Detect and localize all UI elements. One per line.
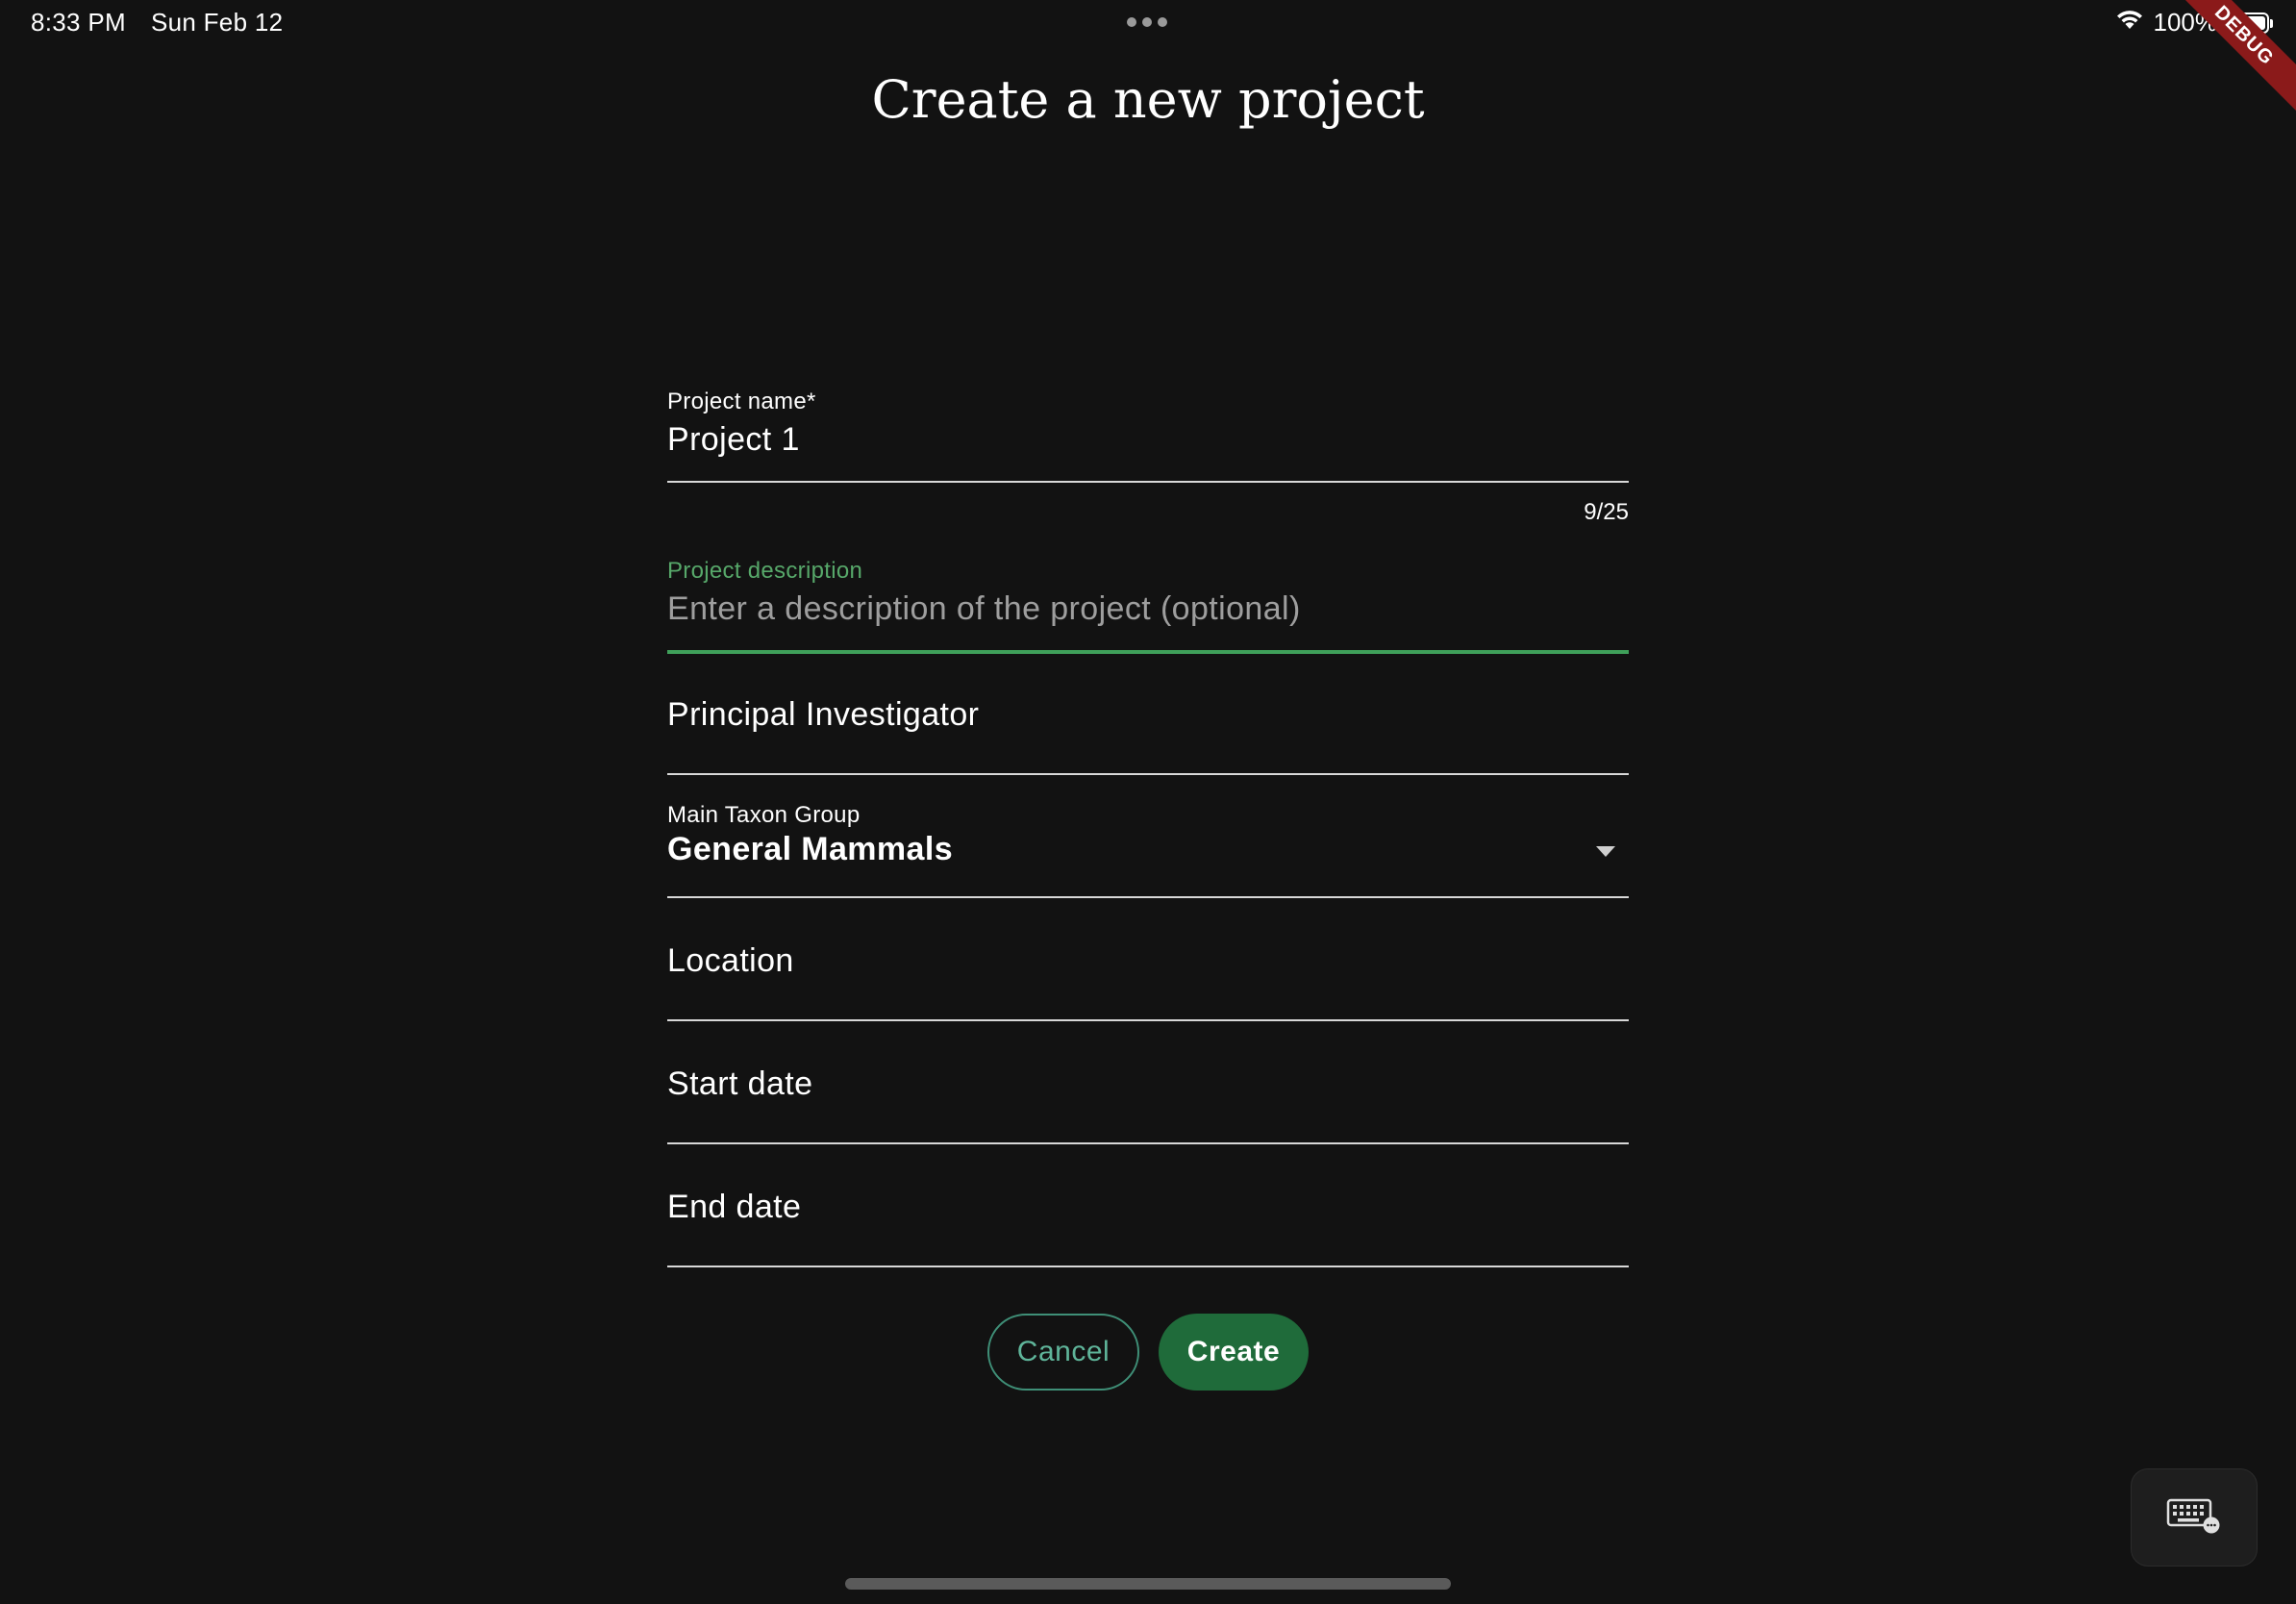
project-name-label: Project name* (667, 388, 816, 414)
project-description-input[interactable]: Enter a description of the project (opti… (667, 590, 1301, 628)
multitask-dot (1142, 17, 1152, 27)
main-taxon-group-dropdown[interactable]: Main Taxon Group General Mammals (667, 798, 1629, 898)
end-date-field[interactable]: End date (667, 1165, 1629, 1267)
project-name-input[interactable]: Project 1 (667, 421, 800, 459)
keyboard-toggle-button[interactable] (2131, 1468, 2258, 1566)
home-indicator[interactable] (845, 1578, 1451, 1590)
cancel-button[interactable]: Cancel (987, 1314, 1139, 1391)
project-description-field[interactable]: Project description Enter a description … (667, 556, 1629, 654)
page-title: Create a new project (871, 69, 1425, 130)
multitask-dot (1127, 17, 1136, 27)
project-name-field[interactable]: Project name* Project 1 (667, 383, 1629, 483)
multitask-dot (1158, 17, 1167, 27)
page: 8:33 PM Sun Feb 12 100% DEBUG Create a ne… (0, 0, 2296, 1604)
status-bar-left: 8:33 PM Sun Feb 12 (31, 8, 283, 38)
end-date-label: End date (667, 1189, 802, 1225)
location-field[interactable]: Location (667, 919, 1629, 1021)
status-time: 8:33 PM (31, 8, 126, 37)
project-description-label: Project description (667, 558, 863, 584)
main-taxon-group-value: General Mammals (667, 831, 954, 867)
keyboard-icon (2165, 1496, 2223, 1540)
principal-investigator-field[interactable]: Principal Investigator (667, 673, 1629, 775)
location-label: Location (667, 942, 794, 979)
status-date: Sun Feb 12 (150, 8, 284, 37)
start-date-field[interactable]: Start date (667, 1042, 1629, 1144)
main-taxon-group-label: Main Taxon Group (667, 802, 861, 828)
principal-investigator-label: Principal Investigator (667, 696, 980, 733)
chevron-down-icon[interactable] (1596, 846, 1615, 857)
multitasking-menu[interactable] (1127, 17, 1167, 27)
wifi-icon (2115, 8, 2144, 38)
project-name-counter: 9/25 (1584, 499, 1629, 525)
create-button[interactable]: Create (1159, 1314, 1309, 1391)
start-date-label: Start date (667, 1065, 813, 1102)
